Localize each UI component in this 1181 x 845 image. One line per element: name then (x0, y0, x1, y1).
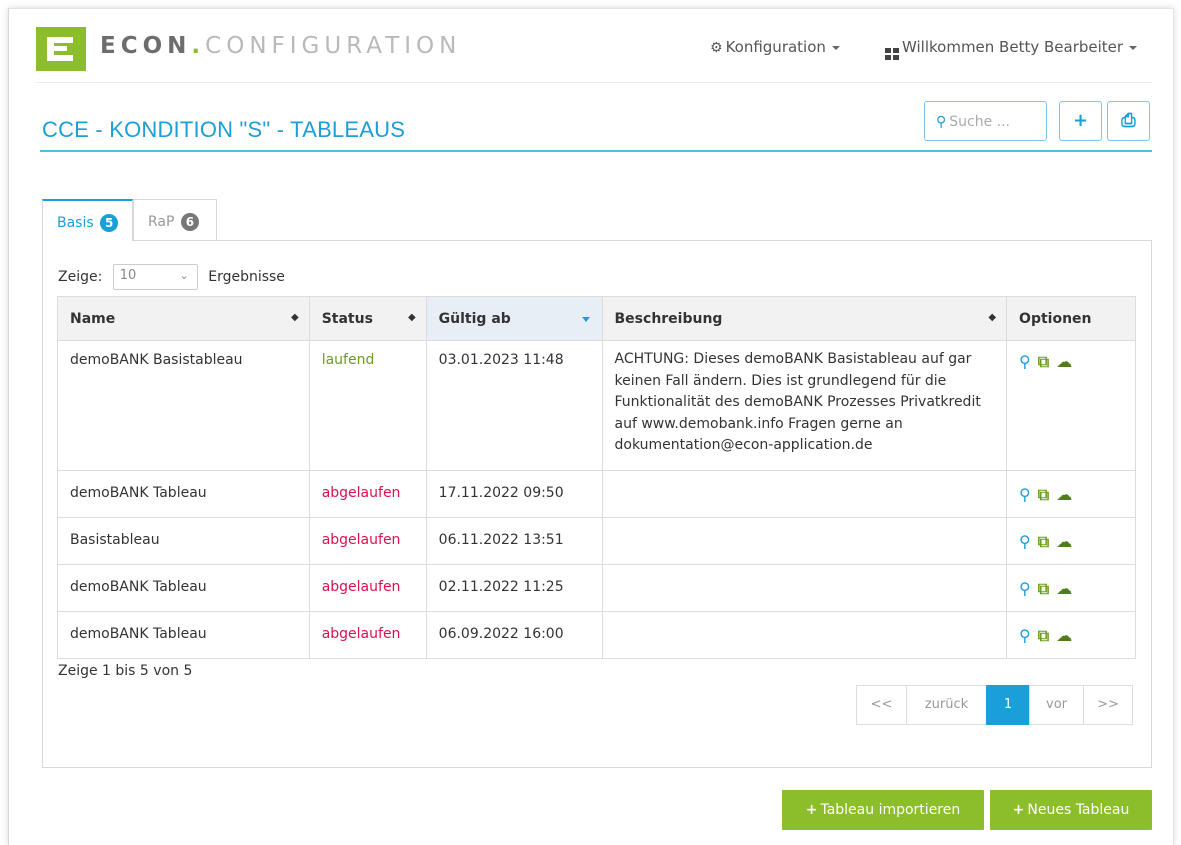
tab-rap-label: RaP (148, 214, 175, 230)
length-menu-prefix: Zeige: (58, 269, 103, 285)
cell-valid-from: 06.09.2022 16:00 (425, 611, 603, 659)
search-input[interactable]: ⚲ Suche ... (924, 101, 1047, 141)
pagination-current-page[interactable]: 1 (986, 685, 1030, 725)
cell-options: ⚲ ⧉ ☁ (1006, 564, 1136, 612)
page-title: CCE - KONDITION "S" - TABLEAUS (42, 117, 406, 142)
cell-options: ⚲ ⧉ ☁ (1006, 470, 1136, 518)
chevron-down-icon (1129, 45, 1138, 50)
cell-name: demoBANK Tableau (57, 470, 310, 518)
cell-valid-from: 06.11.2022 13:51 (425, 517, 603, 565)
tableaus-table: Name ◆ Status ◆ Gültig ab Beschreibung ◆ Op… (57, 296, 1136, 659)
print-icon: ⎙ (1121, 110, 1136, 131)
copy-icon[interactable]: ⧉ (1038, 532, 1049, 552)
table-row: demoBANK Basistableau laufend 03.01.2023… (57, 340, 1136, 471)
tab-basis-label: Basis (57, 215, 94, 231)
cell-description (601, 470, 1008, 518)
cell-description (601, 611, 1008, 659)
column-header-options: Optionen (1006, 296, 1136, 341)
plus-icon: + (1012, 802, 1025, 818)
print-button[interactable]: ⎙ (1107, 101, 1150, 141)
copy-icon[interactable]: ⧉ (1038, 352, 1049, 372)
table-row: demoBANK Tableau abgelaufen 17.11.2022 0… (57, 470, 1136, 518)
cell-description (601, 564, 1008, 612)
gear-icon: ⚙ (710, 40, 723, 56)
table-row: demoBANK Tableau abgelaufen 02.11.2022 1… (57, 564, 1136, 612)
nav-user-label: Willkommen Betty Bearbeiter (902, 38, 1124, 56)
plus-icon: + (805, 802, 818, 818)
cell-status: laufend (308, 340, 427, 471)
brand-name: ECON.CONFIGURATION (100, 33, 462, 59)
title-divider (40, 150, 1152, 152)
tab-rap[interactable]: RaP 6 (133, 199, 217, 241)
cell-name: demoBANK Basistableau (57, 340, 310, 471)
pagination-first[interactable]: << (856, 685, 907, 725)
plus-icon: + (1072, 110, 1089, 131)
sort-desc-icon (581, 317, 590, 322)
cell-options: ⚲ ⧉ ☁ (1006, 517, 1136, 565)
nav-user-menu[interactable]: Willkommen Betty Bearbeiter (885, 38, 1138, 60)
column-header-status[interactable]: Status ◆ (308, 296, 427, 341)
cloud-download-icon[interactable]: ☁ (1056, 579, 1072, 598)
tab-rap-count-badge: 6 (180, 213, 199, 231)
cell-status: abgelaufen (308, 470, 427, 518)
cell-name: demoBANK Tableau (57, 611, 310, 659)
new-tableau-button[interactable]: + Neues Tableau (990, 790, 1152, 830)
chevron-down-icon: ⌄ (179, 269, 189, 282)
cell-status: abgelaufen (308, 611, 427, 659)
cloud-download-icon[interactable]: ☁ (1056, 532, 1072, 551)
chevron-down-icon (831, 45, 840, 50)
pagination-next[interactable]: vor (1029, 685, 1084, 725)
cell-description (601, 517, 1008, 565)
cell-name: Basistableau (57, 517, 310, 565)
import-tableau-button[interactable]: + Tableau importieren (782, 790, 984, 830)
tab-basis[interactable]: Basis 5 (42, 199, 133, 241)
cell-options: ⚲ ⧉ ☁ (1006, 611, 1136, 659)
new-tableau-label: Neues Tableau (1027, 802, 1130, 818)
cloud-download-icon[interactable]: ☁ (1056, 485, 1072, 504)
table-info: Zeige 1 bis 5 von 5 (58, 663, 193, 679)
column-header-valid-from[interactable]: Gültig ab (425, 296, 603, 341)
length-menu: Zeige: 10 ⌄ Ergebnisse (58, 264, 285, 290)
sort-icon: ◆ (407, 312, 416, 323)
search-icon[interactable]: ⚲ (1019, 485, 1031, 504)
nav-configuration-menu[interactable]: ⚙ Konfiguration (710, 38, 840, 56)
nav-configuration-label: Konfiguration (725, 38, 826, 56)
cell-name: demoBANK Tableau (57, 564, 310, 612)
sort-icon: ◆ (291, 312, 299, 323)
pagination-prev[interactable]: zurück (906, 685, 987, 725)
column-header-name[interactable]: Name ◆ (57, 296, 310, 341)
header-divider (36, 82, 1152, 83)
cell-status: abgelaufen (308, 517, 427, 565)
column-header-description[interactable]: Beschreibung ◆ (601, 296, 1008, 341)
search-icon[interactable]: ⚲ (1019, 579, 1031, 598)
cell-options: ⚲ ⧉ ☁ (1006, 340, 1136, 471)
pagination-last[interactable]: >> (1083, 685, 1133, 725)
tab-basis-count-badge: 5 (100, 214, 119, 232)
search-icon[interactable]: ⚲ (1019, 352, 1031, 371)
cell-valid-from: 17.11.2022 09:50 (425, 470, 603, 518)
add-button[interactable]: + (1059, 101, 1102, 141)
cloud-download-icon[interactable]: ☁ (1056, 352, 1072, 371)
search-icon[interactable]: ⚲ (1019, 532, 1031, 551)
dashboard-icon (885, 48, 899, 60)
sort-icon: ◆ (988, 312, 997, 323)
table-row: demoBANK Tableau abgelaufen 06.09.2022 1… (57, 611, 1136, 659)
cell-valid-from: 02.11.2022 11:25 (425, 564, 603, 612)
copy-icon[interactable]: ⧉ (1038, 579, 1049, 599)
page-size-select[interactable]: 10 ⌄ (112, 264, 198, 290)
import-tableau-label: Tableau importieren (820, 802, 961, 818)
table-row: Basistableau abgelaufen 06.11.2022 13:51… (57, 517, 1136, 565)
pagination: << zurück 1 vor >> (856, 685, 1133, 725)
copy-icon[interactable]: ⧉ (1038, 626, 1049, 646)
length-menu-suffix: Ergebnisse (208, 269, 285, 285)
search-icon: ⚲ (936, 114, 947, 130)
logo-icon[interactable] (36, 27, 86, 71)
cloud-download-icon[interactable]: ☁ (1056, 626, 1072, 645)
search-placeholder: Suche ... (949, 114, 1011, 130)
cell-status: abgelaufen (308, 564, 427, 612)
cell-valid-from: 03.01.2023 11:48 (425, 340, 603, 471)
copy-icon[interactable]: ⧉ (1038, 485, 1049, 505)
search-icon[interactable]: ⚲ (1019, 626, 1031, 645)
cell-description: ACHTUNG: Dieses demoBANK Basistableau au… (601, 340, 1008, 471)
